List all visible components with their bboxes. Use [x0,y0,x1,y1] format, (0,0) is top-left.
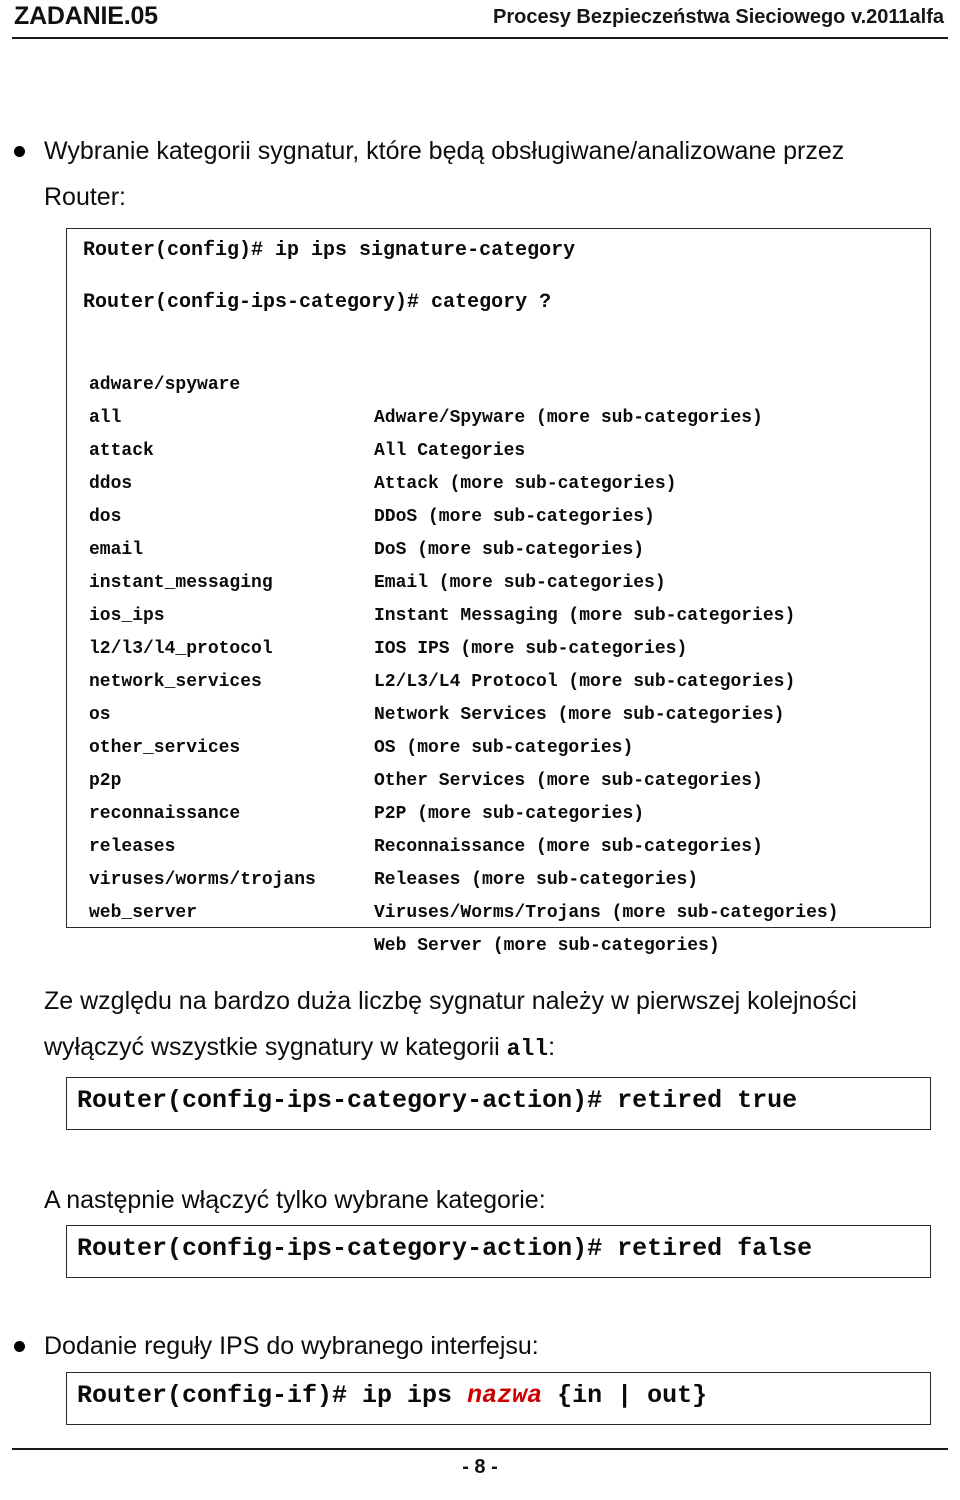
page-number: - 8 - [462,1456,498,1478]
code-line-signature-category: Router(config)# ip ips signature-categor… [83,239,576,262]
category-row: instant_messaging Instant Messaging (mor… [89,534,795,626]
category-row: reconnaissance Reconnaissance (more sub-… [89,765,763,857]
code-suffix: {in | out} [542,1381,708,1410]
note-1-line-1: Ze względu na bardzo duża liczbę sygnatu… [44,987,857,1015]
category-value: Instant Messaging (more sub-categories) [374,606,796,626]
category-value: Adware/Spyware (more sub-categories) [374,408,763,428]
category-row: email Email (more sub-categories) [89,501,666,593]
category-value: All Categories [374,441,526,461]
note-2: A następnie włączyć tylko wybrane katego… [44,1186,546,1214]
note-1-line-2: wyłączyć wszystkie sygnatury w kategorii… [44,1024,555,1072]
header-course-title: Procesy Bezpieczeństwa Sieciowego v.2011… [493,6,944,28]
page-header: ZADANIE.05 Procesy Bezpieczeństwa Siecio… [0,0,960,44]
category-row: ddos DDoS (more sub-categories) [89,435,655,527]
category-value: Web Server (more sub-categories) [374,936,720,956]
code-highlight-nazwa: nazwa [467,1381,543,1410]
category-value: Other Services (more sub-categories) [374,771,763,791]
footer-divider [12,1448,948,1450]
bullet-1-line-1: Wybranie kategorii sygnatur, które będą … [44,137,845,165]
ip-ips-interface-code-box: Router(config-if)# ip ips nazwa {in | ou… [66,1372,931,1425]
code-line-ip-ips-interface: Router(config-if)# ip ips nazwa {in | ou… [77,1381,707,1410]
category-row: os OS (more sub-categories) [89,666,633,758]
code-line-retired-false: Router(config-ips-category-action)# reti… [77,1234,813,1263]
category-row: viruses/worms/trojans Viruses/Worms/Troj… [89,831,838,923]
retired-false-code-box: Router(config-ips-category-action)# reti… [66,1225,931,1278]
category-row: p2p P2P (more sub-categories) [89,732,644,824]
category-row: l2/l3/l4_protocol L2/L3/L4 Protocol (mor… [89,600,795,692]
bullet-1-line-2: Router: [44,183,126,211]
category-row: dos DoS (more sub-categories) [89,468,644,560]
note-1-line-2-prefix: wyłączyć wszystkie sygnatury w kategorii [44,1033,507,1061]
category-value: OS (more sub-categories) [374,738,634,758]
bullet-marker-2 [14,1341,25,1352]
code-prefix: Router(config-if)# ip ips [77,1381,468,1410]
bullet-2-label: Dodanie reguły IPS do wybranego interfej… [44,1332,539,1360]
category-value: Attack (more sub-categories) [374,474,677,494]
header-divider [12,37,948,39]
category-value: Viruses/Worms/Trojans (more sub-categori… [374,903,839,923]
category-key: web_server [89,903,198,923]
note-1-inline-code: all [506,1036,549,1062]
category-row: network_services Network Services (more … [89,633,784,725]
retired-true-code-box: Router(config-ips-category-action)# reti… [66,1077,931,1130]
category-value: L2/L3/L4 Protocol (more sub-categories) [374,672,796,692]
category-value: DoS (more sub-categories) [374,540,645,560]
category-value: Email (more sub-categories) [374,573,666,593]
code-line-category-prompt: Router(config-ips-category)# category ? [83,291,552,314]
category-value: IOS IPS (more sub-categories) [374,639,688,659]
category-value: DDoS (more sub-categories) [374,507,655,527]
category-value: Network Services (more sub-categories) [374,705,785,725]
category-row: attack Attack (more sub-categories) [89,402,676,494]
category-row: ios_ips IOS IPS (more sub-categories) [89,567,687,659]
category-row: all All Categories [89,369,525,461]
category-value: Reconnaissance (more sub-categories) [374,837,763,857]
note-1-line-2-suffix: : [548,1033,556,1061]
category-row: web_server Web Server (more sub-categori… [89,864,720,956]
category-row: adware/spyware Adware/Spyware (more sub-… [89,336,763,428]
category-row: releases Releases (more sub-categories) [89,798,698,890]
bullet-marker-1 [14,146,25,157]
category-row: other_services Other Services (more sub-… [89,699,763,791]
category-value: P2P (more sub-categories) [374,804,645,824]
code-line-retired-true: Router(config-ips-category-action)# reti… [77,1086,798,1115]
category-value: Releases (more sub-categories) [374,870,699,890]
page-footer: - 8 - [0,1448,960,1500]
header-task-label: ZADANIE.05 [14,2,158,30]
signature-category-code-box: Router(config)# ip ips signature-categor… [66,228,931,956]
